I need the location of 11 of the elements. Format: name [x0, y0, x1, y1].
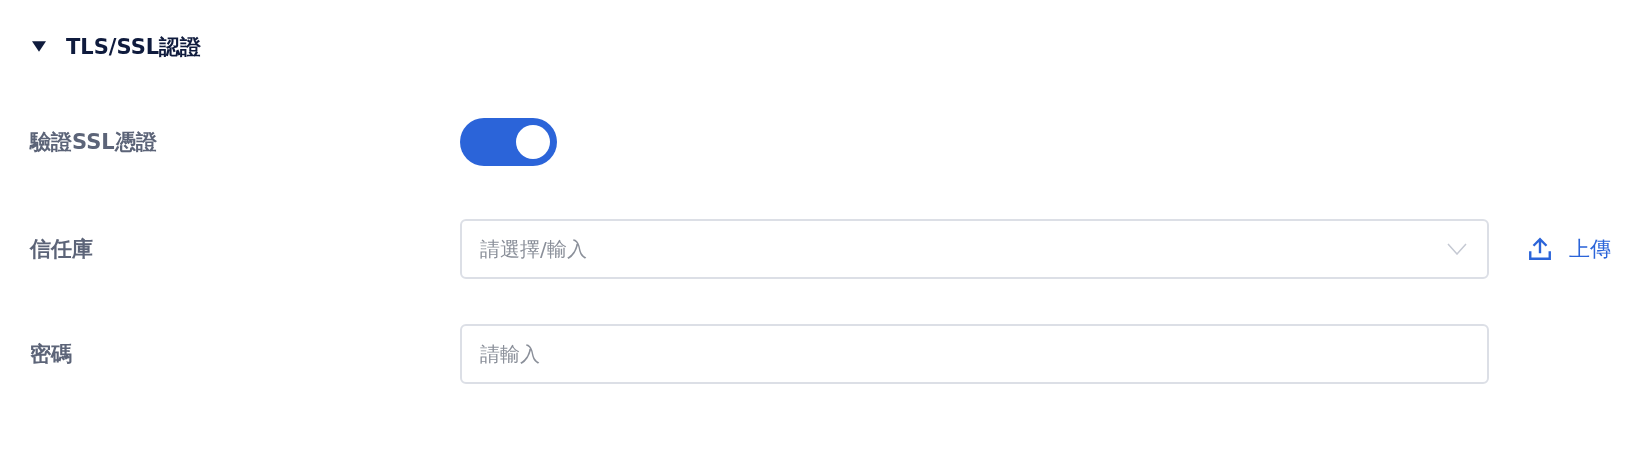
chevron-down-icon [1447, 243, 1467, 255]
upload-button[interactable]: 上傳 [1527, 235, 1611, 263]
toggle-switch[interactable] [460, 118, 557, 166]
input-field[interactable]: 請輸入 [460, 324, 1489, 384]
select-field[interactable]: 請選擇/輸入 [460, 219, 1489, 279]
section-title: TLS/SSL認證 [66, 34, 202, 61]
field-label: 信任庫 [30, 236, 94, 263]
field-label: 密碼 [30, 341, 73, 368]
upload-icon [1527, 236, 1553, 262]
field-label: 驗證SSL憑證 [30, 129, 158, 156]
caret-icon[interactable] [32, 41, 46, 53]
